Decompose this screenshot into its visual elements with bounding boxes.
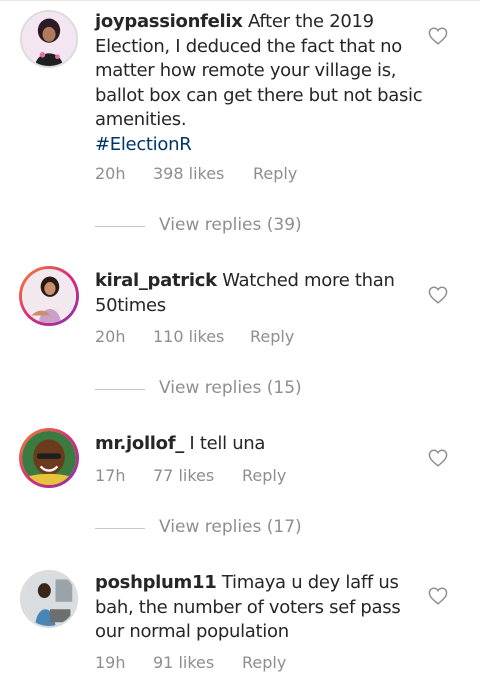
heart-outline-icon bbox=[428, 449, 448, 467]
heart-outline-icon bbox=[428, 587, 448, 605]
comment-likes[interactable]: 91 likes bbox=[153, 653, 214, 672]
comment-body: kiral_patrick Watched more than 50times bbox=[95, 269, 425, 318]
reply-button[interactable]: Reply bbox=[242, 653, 286, 672]
avatar-image bbox=[22, 269, 76, 323]
comment-time: 20h bbox=[95, 164, 126, 183]
heart-outline-icon bbox=[428, 27, 448, 45]
comment-time: 19h bbox=[95, 653, 126, 672]
replies-divider bbox=[95, 389, 145, 390]
view-replies-label[interactable]: View replies (15) bbox=[159, 378, 302, 398]
like-button[interactable] bbox=[428, 286, 448, 304]
replies-divider bbox=[95, 226, 145, 227]
reply-button[interactable]: Reply bbox=[250, 327, 294, 346]
comment-body: mr.jollof_ I tell una bbox=[95, 432, 425, 457]
heart-outline-icon bbox=[428, 286, 448, 304]
avatar[interactable] bbox=[19, 266, 79, 326]
comment-hashtag[interactable]: #ElectionR bbox=[95, 133, 425, 158]
comment-time: 20h bbox=[95, 327, 126, 346]
reply-button[interactable]: Reply bbox=[242, 466, 286, 485]
avatar[interactable] bbox=[20, 10, 78, 68]
comment-body: joypassionfelix After the 2019 Election,… bbox=[95, 10, 425, 157]
reply-button[interactable]: Reply bbox=[253, 164, 297, 183]
comment-username[interactable]: joypassionfelix bbox=[95, 11, 243, 32]
comment-username[interactable]: poshplum11 bbox=[95, 572, 217, 593]
replies-divider bbox=[95, 528, 145, 529]
avatar[interactable] bbox=[19, 428, 79, 488]
top-divider bbox=[0, 0, 480, 1]
like-button[interactable] bbox=[428, 449, 448, 467]
like-button[interactable] bbox=[428, 27, 448, 45]
comment-username[interactable]: kiral_patrick bbox=[95, 270, 217, 291]
avatar-image bbox=[22, 431, 76, 485]
like-button[interactable] bbox=[428, 587, 448, 605]
comment-time: 17h bbox=[95, 466, 126, 485]
comment-likes[interactable]: 110 likes bbox=[153, 327, 224, 346]
comment-body: poshplum11 Timaya u dey laff us bah, the… bbox=[95, 571, 425, 645]
avatar-image bbox=[22, 12, 76, 66]
avatar[interactable] bbox=[20, 570, 78, 628]
avatar-image bbox=[22, 572, 76, 626]
view-replies-label[interactable]: View replies (39) bbox=[159, 215, 302, 235]
comment-likes[interactable]: 77 likes bbox=[153, 466, 214, 485]
view-replies-label[interactable]: View replies (17) bbox=[159, 517, 302, 537]
comment-username[interactable]: mr.jollof_ bbox=[95, 433, 184, 454]
comment-text: I tell una bbox=[189, 433, 266, 454]
comment-likes[interactable]: 398 likes bbox=[153, 164, 224, 183]
